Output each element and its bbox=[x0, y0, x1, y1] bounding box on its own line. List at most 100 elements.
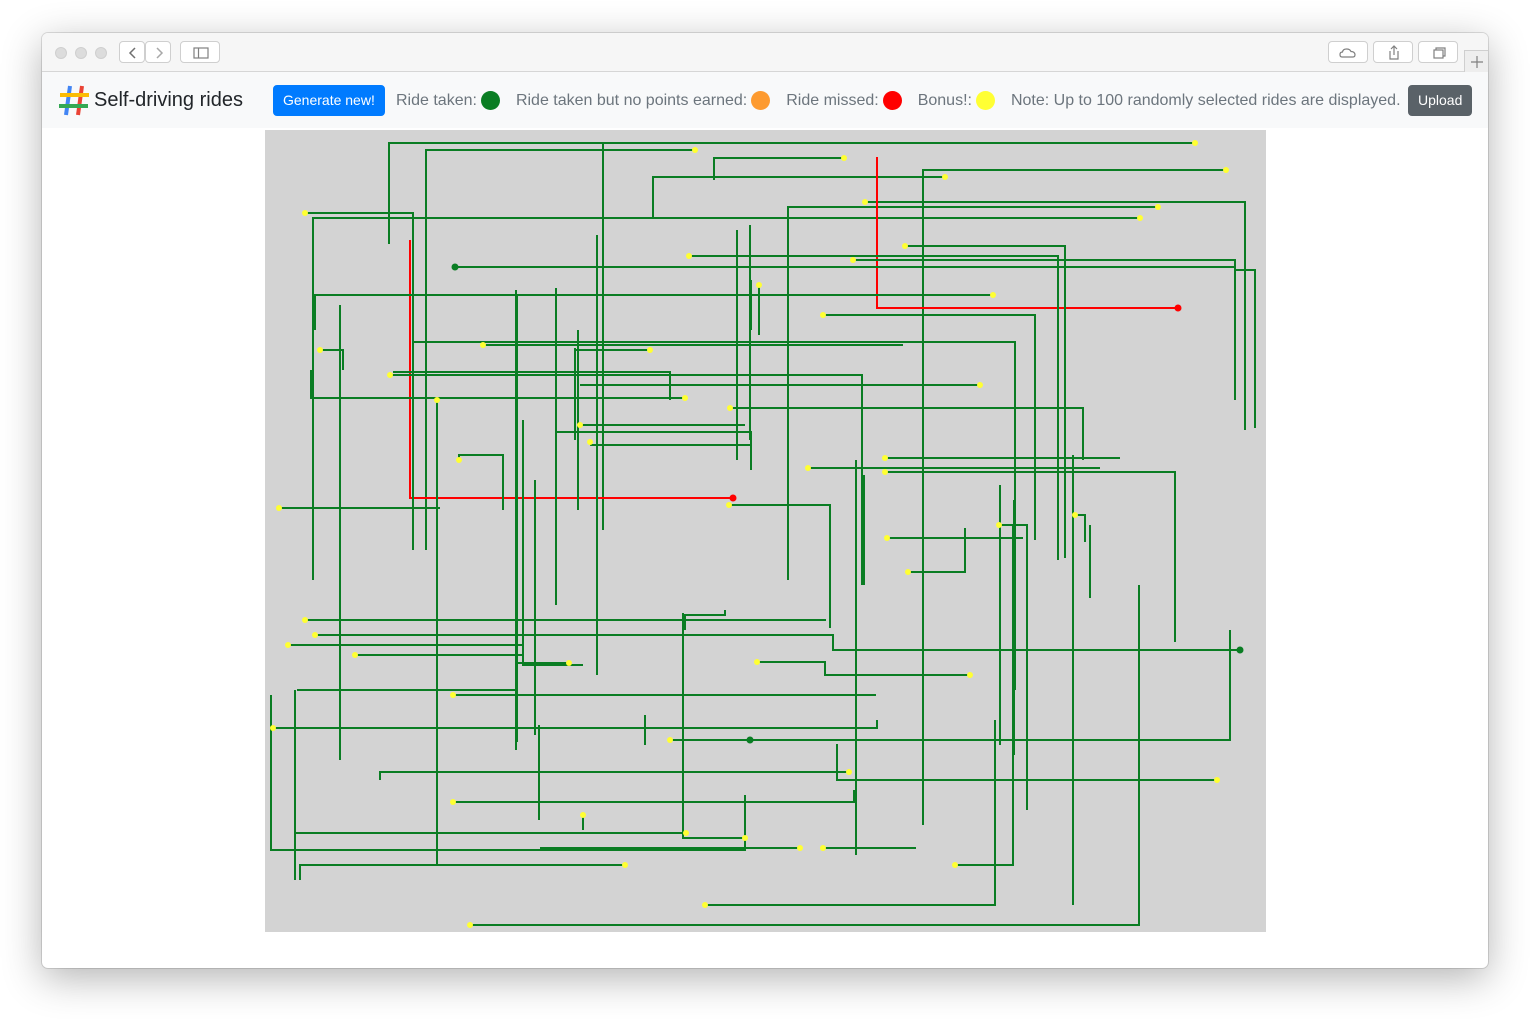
ride-start-marker-76 bbox=[667, 737, 673, 743]
icloud-tabs-button[interactable] bbox=[1328, 41, 1368, 63]
chevron-right-icon bbox=[156, 47, 164, 59]
zoom-window-icon[interactable] bbox=[95, 47, 107, 59]
ride-start-marker-15 bbox=[902, 243, 908, 249]
ride-path-46 bbox=[522, 420, 583, 666]
ride-start-marker-42 bbox=[587, 439, 593, 445]
cloud-icon bbox=[1339, 48, 1356, 58]
ride-path-15 bbox=[905, 245, 1066, 558]
forward-button[interactable] bbox=[145, 41, 171, 63]
ride-start-marker-26 bbox=[387, 372, 393, 378]
new-tab-button[interactable] bbox=[1464, 50, 1488, 72]
ride-start-marker-50 bbox=[882, 469, 888, 475]
ride-end-marker-30 bbox=[977, 382, 983, 388]
ride-path-69 bbox=[757, 661, 970, 676]
ride-path-71 bbox=[297, 689, 518, 742]
ride-start-marker-20 bbox=[820, 312, 826, 318]
ride-end-marker-86 bbox=[797, 845, 803, 851]
ride-start-marker-37 bbox=[727, 405, 733, 411]
ride-path-37 bbox=[730, 407, 1084, 460]
legend-taken-dot bbox=[480, 91, 500, 110]
ride-start-marker-43 bbox=[456, 457, 462, 463]
sidebar-toggle-button[interactable] bbox=[180, 41, 220, 63]
ride-path-53 bbox=[908, 528, 966, 573]
ride-end-marker-16 bbox=[990, 292, 996, 298]
legend: Ride taken: Ride taken but no points ear… bbox=[396, 85, 1401, 116]
ride-end-marker-1 bbox=[692, 147, 698, 153]
ride-start-marker-23 bbox=[480, 342, 486, 348]
brand[interactable]: Self-driving rides bbox=[58, 84, 243, 116]
ride-start-marker-83 bbox=[580, 812, 586, 818]
generate-new-button[interactable]: Generate new! bbox=[273, 85, 385, 116]
ride-start-marker-79 bbox=[746, 736, 754, 744]
legend-no-points-dot bbox=[751, 91, 771, 110]
ride-end-marker-80 bbox=[1214, 777, 1220, 783]
ride-start-marker-51 bbox=[726, 502, 732, 508]
legend-note: Note: Up to 100 randomly selected rides … bbox=[1010, 91, 1401, 109]
ride-path-50 bbox=[885, 471, 1176, 642]
ride-start-marker-48 bbox=[805, 465, 811, 471]
ride-path-74 bbox=[273, 720, 878, 729]
ride-end-marker-7 bbox=[1137, 215, 1143, 221]
ride-start-marker-52 bbox=[884, 535, 890, 541]
ride-path-20 bbox=[823, 314, 1036, 540]
hashtag-logo-icon bbox=[59, 85, 89, 116]
ride-end-marker-65 bbox=[1236, 646, 1244, 654]
ride-start-marker-65 bbox=[312, 632, 318, 638]
ride-path-78 bbox=[682, 613, 745, 839]
ride-end-marker-21 bbox=[682, 395, 688, 401]
ride-start-marker-54 bbox=[996, 522, 1002, 528]
ride-start-marker-82 bbox=[450, 799, 456, 805]
ride-path-88 bbox=[705, 720, 996, 906]
ride-start-marker-13 bbox=[686, 253, 692, 259]
ride-end-marker-81 bbox=[846, 769, 852, 775]
ride-start-marker-90 bbox=[467, 922, 473, 928]
ride-path-82 bbox=[453, 790, 855, 803]
ride-end-marker-10 bbox=[1174, 304, 1182, 312]
ride-start-marker-12 bbox=[451, 263, 459, 271]
ride-start-marker-67 bbox=[352, 652, 358, 658]
ride-start-marker-53 bbox=[905, 569, 911, 575]
ride-start-marker-9 bbox=[862, 199, 868, 205]
ride-end-marker-28 bbox=[647, 347, 653, 353]
ride-end-marker-3 bbox=[841, 155, 847, 161]
ride-start-marker-6 bbox=[302, 210, 308, 216]
rides-map-svg bbox=[270, 140, 1256, 928]
ride-path-79 bbox=[750, 630, 1231, 741]
ride-path-41 bbox=[555, 431, 752, 470]
sidebar-icon bbox=[193, 47, 209, 59]
legend-bonus-label: Bonus!: bbox=[917, 91, 972, 109]
ride-end-marker-5 bbox=[1223, 167, 1229, 173]
ride-end-marker-69 bbox=[967, 672, 973, 678]
ride-end-marker-92 bbox=[622, 862, 628, 868]
ride-path-25 bbox=[413, 341, 1016, 690]
ride-path-51 bbox=[729, 504, 831, 628]
ride-start-marker-74 bbox=[270, 725, 276, 731]
ride-start-marker-66 bbox=[285, 642, 291, 648]
ride-start-marker-85 bbox=[820, 845, 826, 851]
legend-bonus-dot bbox=[975, 91, 995, 110]
ride-start-marker-88 bbox=[702, 902, 708, 908]
ride-start-marker-49 bbox=[882, 455, 888, 461]
ride-path-14 bbox=[853, 259, 1256, 428]
ride-end-marker-68 bbox=[566, 660, 572, 666]
close-window-icon[interactable] bbox=[55, 47, 67, 59]
minimize-window-icon[interactable] bbox=[75, 47, 87, 59]
show-tabs-button[interactable] bbox=[1418, 41, 1458, 63]
ride-path-16 bbox=[314, 294, 993, 330]
rides-map bbox=[265, 130, 1266, 932]
ride-start-marker-55 bbox=[1072, 512, 1078, 518]
back-button[interactable] bbox=[119, 41, 145, 63]
chevron-left-icon bbox=[128, 47, 136, 59]
ride-end-marker-8 bbox=[1155, 204, 1161, 210]
ride-path-6 bbox=[305, 212, 414, 550]
ride-end-marker-11 bbox=[729, 494, 737, 502]
ride-path-43 bbox=[458, 454, 504, 510]
upload-button[interactable]: Upload bbox=[1408, 85, 1473, 116]
ride-path-92 bbox=[299, 864, 625, 880]
share-button[interactable] bbox=[1373, 41, 1413, 63]
ride-start-marker-44 bbox=[434, 397, 440, 403]
ride-start-marker-22 bbox=[317, 347, 323, 353]
ride-path-65 bbox=[315, 634, 1240, 651]
ride-path-42 bbox=[589, 441, 750, 446]
ride-path-55 bbox=[1075, 514, 1086, 542]
